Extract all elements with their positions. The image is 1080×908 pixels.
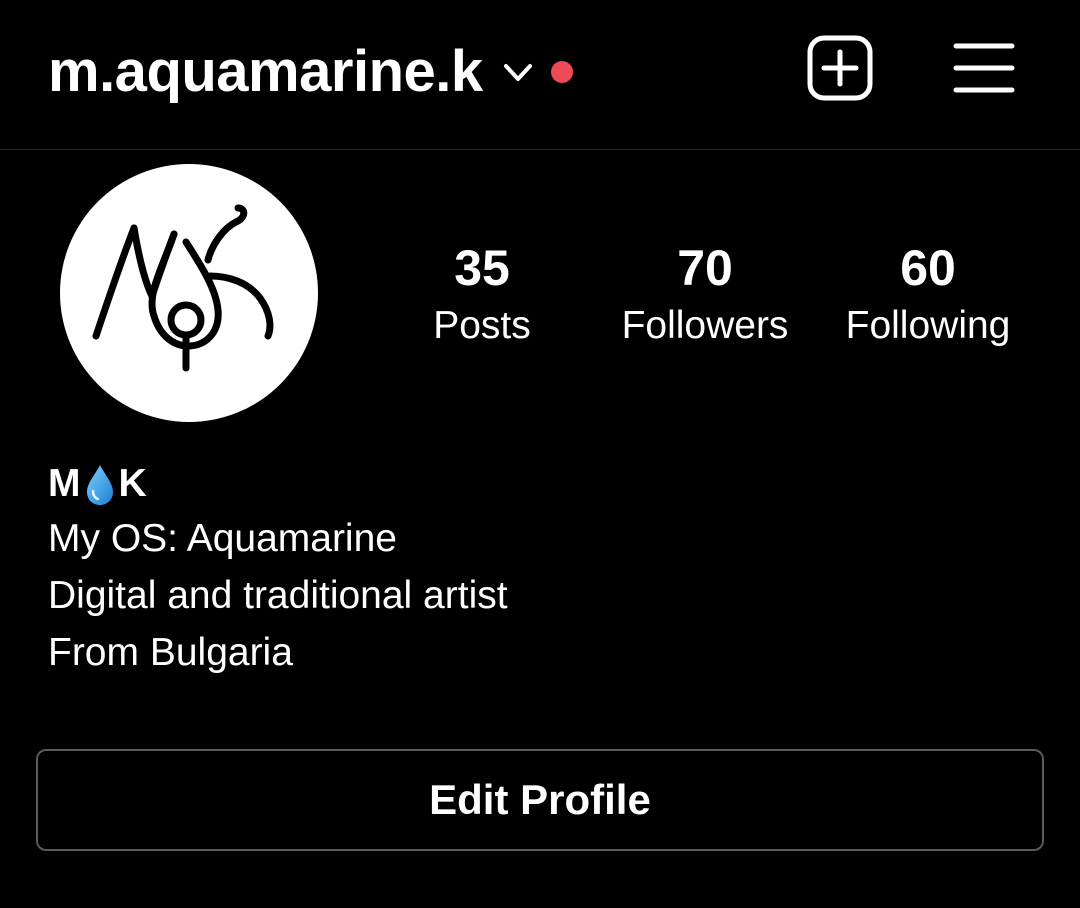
notification-dot xyxy=(550,61,573,83)
menu-button[interactable] xyxy=(952,38,1016,98)
display-name-last: K xyxy=(118,462,147,505)
chevron-down-icon xyxy=(501,55,535,89)
profile-avatar[interactable] xyxy=(60,164,318,422)
stat-label: Posts xyxy=(433,304,531,347)
username: m.aquamarine.k xyxy=(48,39,483,104)
display-name: M K xyxy=(48,458,508,510)
stat-label: Following xyxy=(845,304,1011,347)
plus-square-icon xyxy=(807,35,873,101)
profile-bio: M K My OS: Aquamarine Digital and tradit… xyxy=(48,458,508,681)
droplet-emoji-icon xyxy=(83,461,117,507)
stat-value: 60 xyxy=(900,240,956,296)
following-count[interactable]: 60 Following xyxy=(832,236,1024,352)
bio-line: My OS: Aquamarine xyxy=(48,517,397,560)
account-switcher[interactable]: m.aquamarine.k xyxy=(48,38,573,106)
posts-count[interactable]: 35 Posts xyxy=(412,236,552,352)
mk-monogram-logo xyxy=(92,204,274,372)
top-bar: m.aquamarine.k xyxy=(0,0,1080,150)
new-post-button[interactable] xyxy=(806,34,874,102)
bio-line: Digital and traditional artist xyxy=(48,574,508,617)
hamburger-menu-icon xyxy=(953,43,1015,93)
stat-value: 35 xyxy=(454,240,510,296)
edit-profile-button[interactable]: Edit Profile xyxy=(36,749,1044,851)
followers-count[interactable]: 70 Followers xyxy=(610,236,800,352)
stat-label: Followers xyxy=(621,304,789,347)
bio-line: From Bulgaria xyxy=(48,631,293,674)
stat-value: 70 xyxy=(677,240,733,296)
display-name-first: M xyxy=(48,462,81,505)
